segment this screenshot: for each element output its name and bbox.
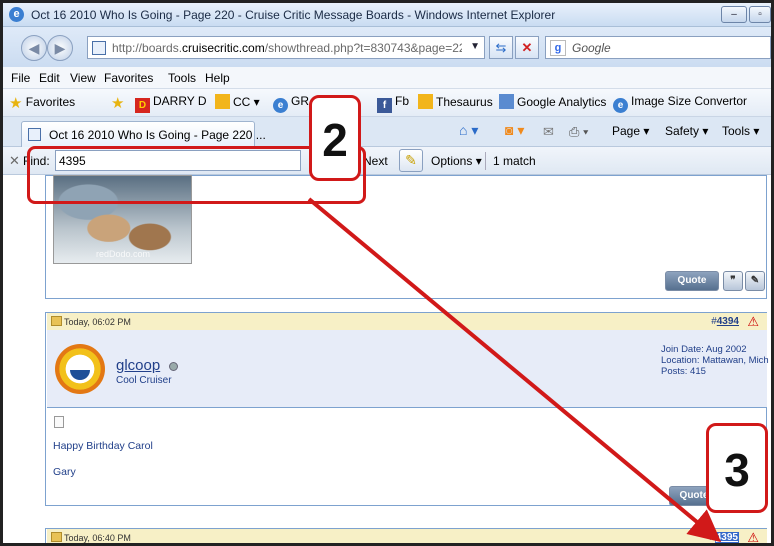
fav-fb-label: Fb [395,94,410,108]
find-next-button[interactable]: Next [363,154,388,168]
stop-icon[interactable]: ✕ [515,36,539,59]
username-link[interactable]: glcoop [116,357,160,374]
tab-label: Oct 16 2010 Who Is Going - Page 220 ... [49,128,266,142]
ie-logo-icon: e [9,7,24,22]
minimize-button[interactable]: – [721,6,747,23]
find-separator [485,152,486,170]
message-line-2: Gary [53,466,76,478]
restore-button[interactable]: ▫ [749,6,771,23]
highlight-matches-icon[interactable]: ✎ [399,149,423,172]
user-title: Cool Cruiser [116,375,172,386]
star-icon: ★ [9,95,23,112]
fav-google-analytics[interactable]: Google Analytics [499,94,606,109]
fav-image-size-convertor[interactable]: e Image Size Convertor [613,94,747,113]
post-header-4394: Today, 06:02 PM #4394 ⚠ [47,313,767,331]
favorites-button[interactable]: ★ Favorites [9,94,75,112]
thesaurus-icon [418,94,433,109]
post-date: Today, 06:02 PM [51,316,131,327]
fav-gr-label: GR [291,94,309,108]
safety-menu[interactable]: Safety ▾ [665,124,708,138]
fav-gr[interactable]: e GR [273,94,309,113]
search-field[interactable]: g Google [545,36,771,59]
menu-view[interactable]: View [70,71,96,85]
ie-page-icon: e [273,98,288,113]
fav-thesaurus[interactable]: Thesaurus [418,94,493,109]
page-menu[interactable]: Page ▾ [612,124,649,138]
user-details: Join Date: Aug 2002 Location: Mattawan, … [661,344,771,377]
report-post-icon[interactable]: ⚠ [747,530,759,543]
find-options-button[interactable]: Options ▾ [431,154,482,168]
post-header-4395: Today, 06:40 PM #4395 ⚠ [47,529,767,543]
search-placeholder: Google [572,41,611,55]
post-count: Posts: 415 [661,366,706,377]
d-logo-icon: D [135,98,150,113]
read-mail-icon[interactable]: ✉ [543,124,554,140]
menu-tools[interactable]: Tools [168,71,196,85]
user-info-row: glcoop Cool Cruiser Join Date: Aug 2002 … [47,330,771,408]
add-favorite-button[interactable]: ★ [111,94,124,112]
image-watermark: redDodo.com [96,249,151,259]
browser-window: e Oct 16 2010 Who Is Going - Page 220 - … [0,0,774,546]
tab-active[interactable]: Oct 16 2010 Who Is Going - Page 220 ... [21,121,266,147]
forward-button[interactable]: ▶ [47,35,73,61]
title-bar: e Oct 16 2010 Who Is Going - Page 220 - … [3,3,771,27]
fav-fb[interactable]: f Fb [377,94,409,113]
fav-thesaurus-label: Thesaurus [436,95,493,109]
menu-bar: File Edit View Favorites Tools Help [3,67,771,89]
tab-row: Oct 16 2010 Who Is Going - Page 220 ... [3,117,771,147]
message-line-1: Happy Birthday Carol [53,440,153,452]
menu-favorites[interactable]: Favorites [104,71,153,85]
menu-help[interactable]: Help [205,71,230,85]
quote-button[interactable]: Quote [665,271,719,291]
post-number-link[interactable]: #4394 [711,316,739,327]
tools-menu[interactable]: Tools ▾ [722,124,759,138]
fav-cc[interactable]: CC ▾ [215,94,260,109]
step-2-callout: 2 [309,95,361,181]
search-highlight: 4395 [714,532,739,543]
post-number-link[interactable]: #4395 [709,532,739,543]
multi-quote-icon[interactable]: ❞ [723,271,743,291]
url-dropdown-icon[interactable]: ▼ [470,41,480,52]
window-title: Oct 16 2010 Who Is Going - Page 220 - Cr… [31,8,556,22]
page-icon [28,128,41,141]
menu-edit[interactable]: Edit [39,71,60,85]
report-post-icon[interactable]: ⚠ [747,314,759,330]
back-button[interactable]: ◀ [21,35,47,61]
avatar[interactable] [55,344,105,394]
google-icon: g [550,40,566,56]
menu-file[interactable]: File [11,71,30,85]
home-icon[interactable]: ⌂ ▾ [459,122,478,139]
favorites-bar: ★ Favorites ★ D DARRY D CC ▾ e GR f Fb Thes… [3,89,771,117]
page-icon [92,41,106,55]
fav-image-size-label: Image Size Convertor [631,94,748,108]
analytics-icon [499,94,514,109]
fav-google-analytics-label: Google Analytics [517,95,607,109]
url-text: http://boards.cruisecritic.com/showthrea… [112,41,462,55]
favorites-label: Favorites [25,95,76,109]
step-3-callout: 3 [706,423,768,513]
add-favorite-icon: ★ [111,95,125,112]
offline-status-icon [169,362,178,371]
fav-darry-d-label: DARRY D [153,94,207,108]
fav-cc-label: CC ▾ [233,95,260,109]
print-icon[interactable]: ⎙ ▾ [569,124,588,140]
post-date: Today, 06:40 PM [51,532,131,543]
refresh-icon[interactable]: ⇆ [489,36,513,59]
folder-icon [215,94,230,109]
match-count: 1 match [493,154,536,168]
post-icon [54,416,64,428]
feeds-icon[interactable]: ◙ ▾ [505,122,524,139]
address-bar: ◀ ▶ http://boards.cruisecritic.com/showt… [3,27,771,67]
join-date: Join Date: Aug 2002 [661,344,747,355]
location: Location: Mattawan, Mich USA [661,355,771,366]
ie-page-icon: e [613,98,628,113]
fav-darry-d[interactable]: D DARRY D [135,94,207,113]
url-field[interactable]: http://boards.cruisecritic.com/showthrea… [87,36,485,59]
edit-post-icon[interactable]: ✎ [745,271,765,291]
close-find-icon[interactable]: ✕ [9,153,20,169]
facebook-icon: f [377,98,392,113]
